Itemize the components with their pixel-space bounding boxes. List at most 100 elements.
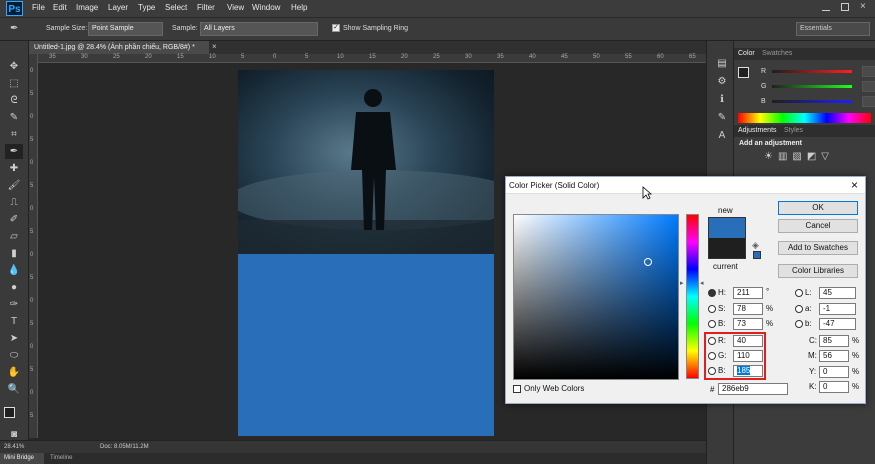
color-panel-fg-swatch[interactable] (738, 67, 749, 78)
menu-file[interactable]: File (32, 3, 45, 12)
zoom-level[interactable]: 28.41% (4, 444, 24, 450)
only-web-colors-checkbox[interactable] (513, 385, 521, 393)
type-tool-icon[interactable]: T (5, 314, 23, 329)
close-icon[interactable]: × (860, 1, 866, 12)
b-rgb-field[interactable]: 185 (733, 365, 763, 377)
l-radio[interactable] (795, 289, 803, 297)
dialog-close-icon[interactable]: × (851, 178, 858, 192)
properties-panel-icon[interactable]: ⚙ (713, 74, 731, 89)
y-field[interactable]: 0 (819, 366, 849, 378)
b-hsb-radio[interactable] (708, 320, 716, 328)
styles-tab[interactable]: Styles (784, 127, 803, 134)
hand-tool-icon[interactable]: ✋ (5, 365, 23, 380)
document-tab[interactable]: Untitled-1.jpg @ 28.4% (Ảnh phần chiếu, … (29, 41, 209, 54)
color-field[interactable] (513, 214, 679, 380)
gradient-tool-icon[interactable]: ▮ (5, 246, 23, 261)
b-slider[interactable] (772, 100, 852, 103)
current-color-swatch[interactable] (708, 238, 746, 259)
g-slider-value[interactable]: 31 (862, 81, 875, 92)
color-libraries-button[interactable]: Color Libraries (778, 264, 858, 278)
photo-layer[interactable] (238, 70, 494, 254)
b-rgb-radio[interactable] (708, 367, 716, 375)
out-of-gamut-icon[interactable]: ◈ (752, 240, 759, 251)
dialog-title-bar[interactable]: Color Picker (Solid Color) × (506, 177, 865, 194)
g-slider[interactable] (772, 85, 852, 88)
timeline-tab[interactable]: Timeline (50, 453, 72, 464)
menu-type[interactable]: Type (138, 3, 155, 12)
brush-tool-icon[interactable]: 🖌 (5, 178, 23, 193)
g-field[interactable]: 110 (733, 350, 763, 362)
hex-field[interactable]: 286eb9 (718, 383, 788, 395)
r-radio[interactable] (708, 337, 716, 345)
s-radio[interactable] (708, 305, 716, 313)
a-field[interactable]: -1 (819, 303, 856, 315)
eyedropper-tool-icon[interactable]: ✒ (5, 144, 23, 159)
color-ramp[interactable] (738, 113, 871, 123)
lab-b-field[interactable]: -47 (819, 318, 856, 330)
g-radio[interactable] (708, 352, 716, 360)
menu-view[interactable]: View (227, 3, 244, 12)
show-ring-checkbox[interactable]: ✓ (332, 24, 340, 32)
zoom-tool-icon[interactable]: 🔍 (5, 382, 23, 397)
r-slider-value[interactable]: 31 (862, 66, 875, 77)
add-to-swatches-button[interactable]: Add to Swatches (778, 241, 858, 255)
web-safe-swatch[interactable] (753, 251, 761, 259)
hue-slider-left-arrow[interactable]: ▸ (680, 279, 684, 287)
history-brush-icon[interactable]: ✐ (5, 212, 23, 227)
menu-layer[interactable]: Layer (108, 3, 128, 12)
minimize-icon[interactable] (822, 3, 830, 11)
b-hsb-field[interactable]: 73 (733, 318, 763, 330)
adjustment-icons-row[interactable]: ☀▥▧◩▽ (764, 151, 834, 162)
color-field-marker[interactable] (644, 258, 652, 266)
s-field[interactable]: 78 (733, 303, 763, 315)
a-radio[interactable] (795, 305, 803, 313)
menu-filter[interactable]: Filter (197, 3, 215, 12)
close-tab-icon[interactable]: × (212, 42, 217, 51)
menu-image[interactable]: Image (76, 3, 98, 12)
stamp-tool-icon[interactable]: ⎍ (5, 195, 23, 210)
mini-bridge-tab[interactable]: Mini Bridge (0, 453, 44, 464)
healing-tool-icon[interactable]: ✚ (5, 161, 23, 176)
b-slider-value[interactable]: 31 (862, 96, 875, 107)
character-panel-icon[interactable]: A (713, 128, 731, 143)
c-field[interactable]: 85 (819, 335, 849, 347)
maximize-icon[interactable] (841, 3, 849, 11)
path-select-icon[interactable]: ➤ (5, 331, 23, 346)
workspace-select[interactable]: Essentials (796, 22, 870, 36)
eyedropper-icon[interactable]: ✒ (10, 23, 18, 34)
sample-size-select[interactable]: Point Sample (88, 22, 163, 36)
k-field[interactable]: 0 (819, 381, 849, 393)
info-panel-icon[interactable]: ℹ (713, 92, 731, 107)
ok-button[interactable]: OK (778, 201, 858, 215)
menu-select[interactable]: Select (165, 3, 187, 12)
swatches-tab[interactable]: Swatches (762, 50, 792, 57)
pen-tool-icon[interactable]: ✑ (5, 297, 23, 312)
blur-tool-icon[interactable]: 💧 (5, 263, 23, 278)
lasso-tool-icon[interactable]: ᘓ (5, 93, 23, 108)
foreground-color-swatch[interactable] (4, 407, 15, 418)
quick-select-tool-icon[interactable]: ✎ (5, 110, 23, 125)
m-field[interactable]: 56 (819, 350, 849, 362)
color-tab[interactable]: Color (738, 50, 755, 57)
adjustments-tab[interactable]: Adjustments (738, 127, 777, 134)
shape-tool-icon[interactable]: ⬭ (5, 348, 23, 363)
blue-fill-layer[interactable] (238, 254, 494, 436)
r-field[interactable]: 40 (733, 335, 763, 347)
crop-tool-icon[interactable]: ⌗ (5, 127, 23, 142)
move-tool-icon[interactable]: ✥ (5, 59, 23, 74)
sample-select[interactable]: All Layers (200, 22, 318, 36)
marquee-tool-icon[interactable]: ⬚ (5, 76, 23, 91)
r-slider[interactable] (772, 70, 852, 73)
dodge-tool-icon[interactable]: ● (5, 280, 23, 295)
l-field[interactable]: 45 (819, 287, 856, 299)
eraser-tool-icon[interactable]: ▱ (5, 229, 23, 244)
hue-slider[interactable] (686, 214, 699, 379)
cancel-button[interactable]: Cancel (778, 219, 858, 233)
menu-window[interactable]: Window (252, 3, 280, 12)
h-field[interactable]: 211 (733, 287, 763, 299)
menu-help[interactable]: Help (291, 3, 307, 12)
lab-b-radio[interactable] (795, 320, 803, 328)
hue-slider-right-arrow[interactable]: ◂ (700, 279, 704, 287)
brush-panel-icon[interactable]: ✎ (713, 110, 731, 125)
history-panel-icon[interactable]: ▤ (713, 56, 731, 71)
